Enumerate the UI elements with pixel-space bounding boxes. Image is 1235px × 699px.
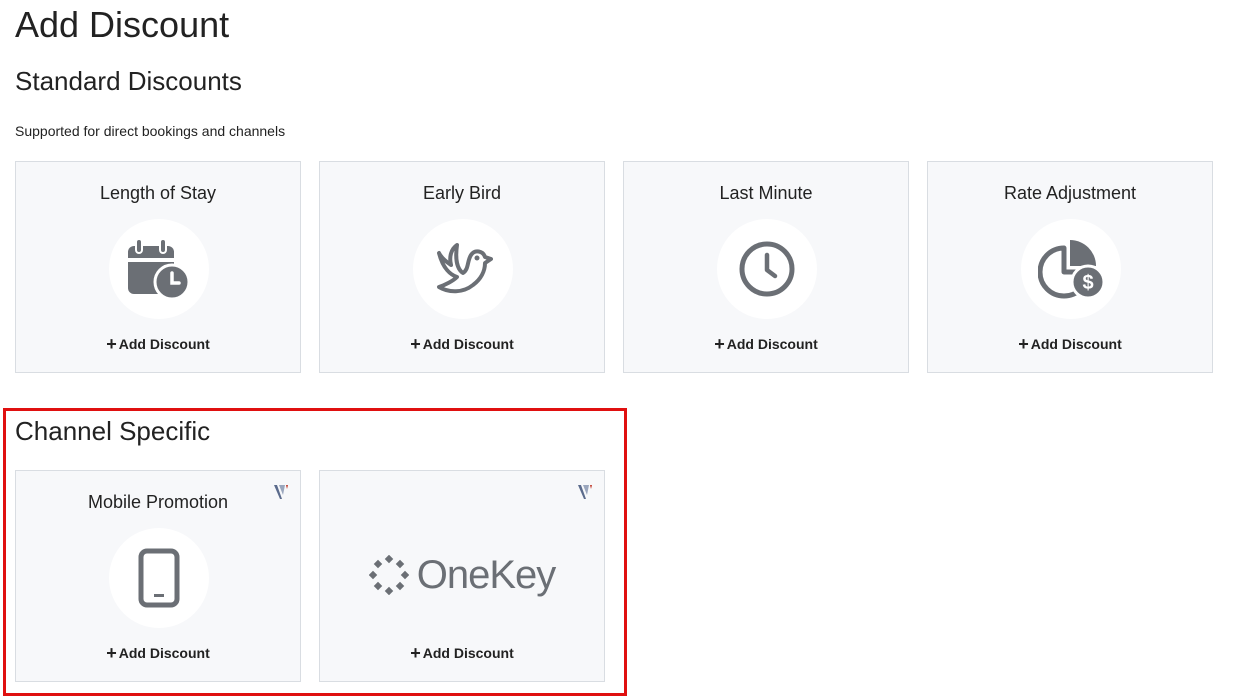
card-early-bird[interactable]: Early Bird + Add Discount bbox=[319, 161, 605, 373]
icon-circle bbox=[109, 219, 209, 319]
add-discount-link[interactable]: + Add Discount bbox=[928, 334, 1212, 353]
icon-circle bbox=[717, 219, 817, 319]
card-title: Early Bird bbox=[422, 183, 502, 203]
card-last-minute[interactable]: Last Minute + Add Discount bbox=[623, 161, 909, 373]
pie-chart-dollar-icon: $ bbox=[1038, 240, 1104, 300]
calendar-clock-icon bbox=[128, 238, 191, 300]
svg-text:$: $ bbox=[1082, 272, 1093, 294]
plus-icon: + bbox=[410, 334, 421, 354]
card-title: Rate Adjustment bbox=[1003, 183, 1137, 203]
add-discount-link[interactable]: + Add Discount bbox=[16, 334, 300, 353]
plus-icon: + bbox=[106, 334, 117, 354]
plus-icon: + bbox=[1018, 334, 1029, 354]
icon-circle: $ bbox=[1021, 219, 1121, 319]
card-title: Last Minute bbox=[719, 183, 813, 203]
clock-icon bbox=[739, 241, 795, 297]
bird-icon bbox=[437, 243, 493, 294]
page-title: Add Discount bbox=[15, 4, 230, 45]
plus-icon: + bbox=[714, 334, 725, 354]
card-title: Length of Stay bbox=[99, 183, 217, 203]
icon-circle bbox=[413, 219, 513, 319]
card-length-of-stay[interactable]: Length of Stay + Add Discount bbox=[15, 161, 301, 373]
add-discount-link[interactable]: + Add Discount bbox=[624, 334, 908, 353]
channel-specific-highlight bbox=[3, 408, 627, 696]
card-rate-adjustment[interactable]: Rate Adjustment $ + Add Discount bbox=[927, 161, 1213, 373]
standard-discounts-subtitle: Supported for direct bookings and channe… bbox=[15, 123, 286, 139]
add-discount-link[interactable]: + Add Discount bbox=[320, 334, 604, 353]
standard-discounts-heading: Standard Discounts bbox=[15, 66, 242, 96]
